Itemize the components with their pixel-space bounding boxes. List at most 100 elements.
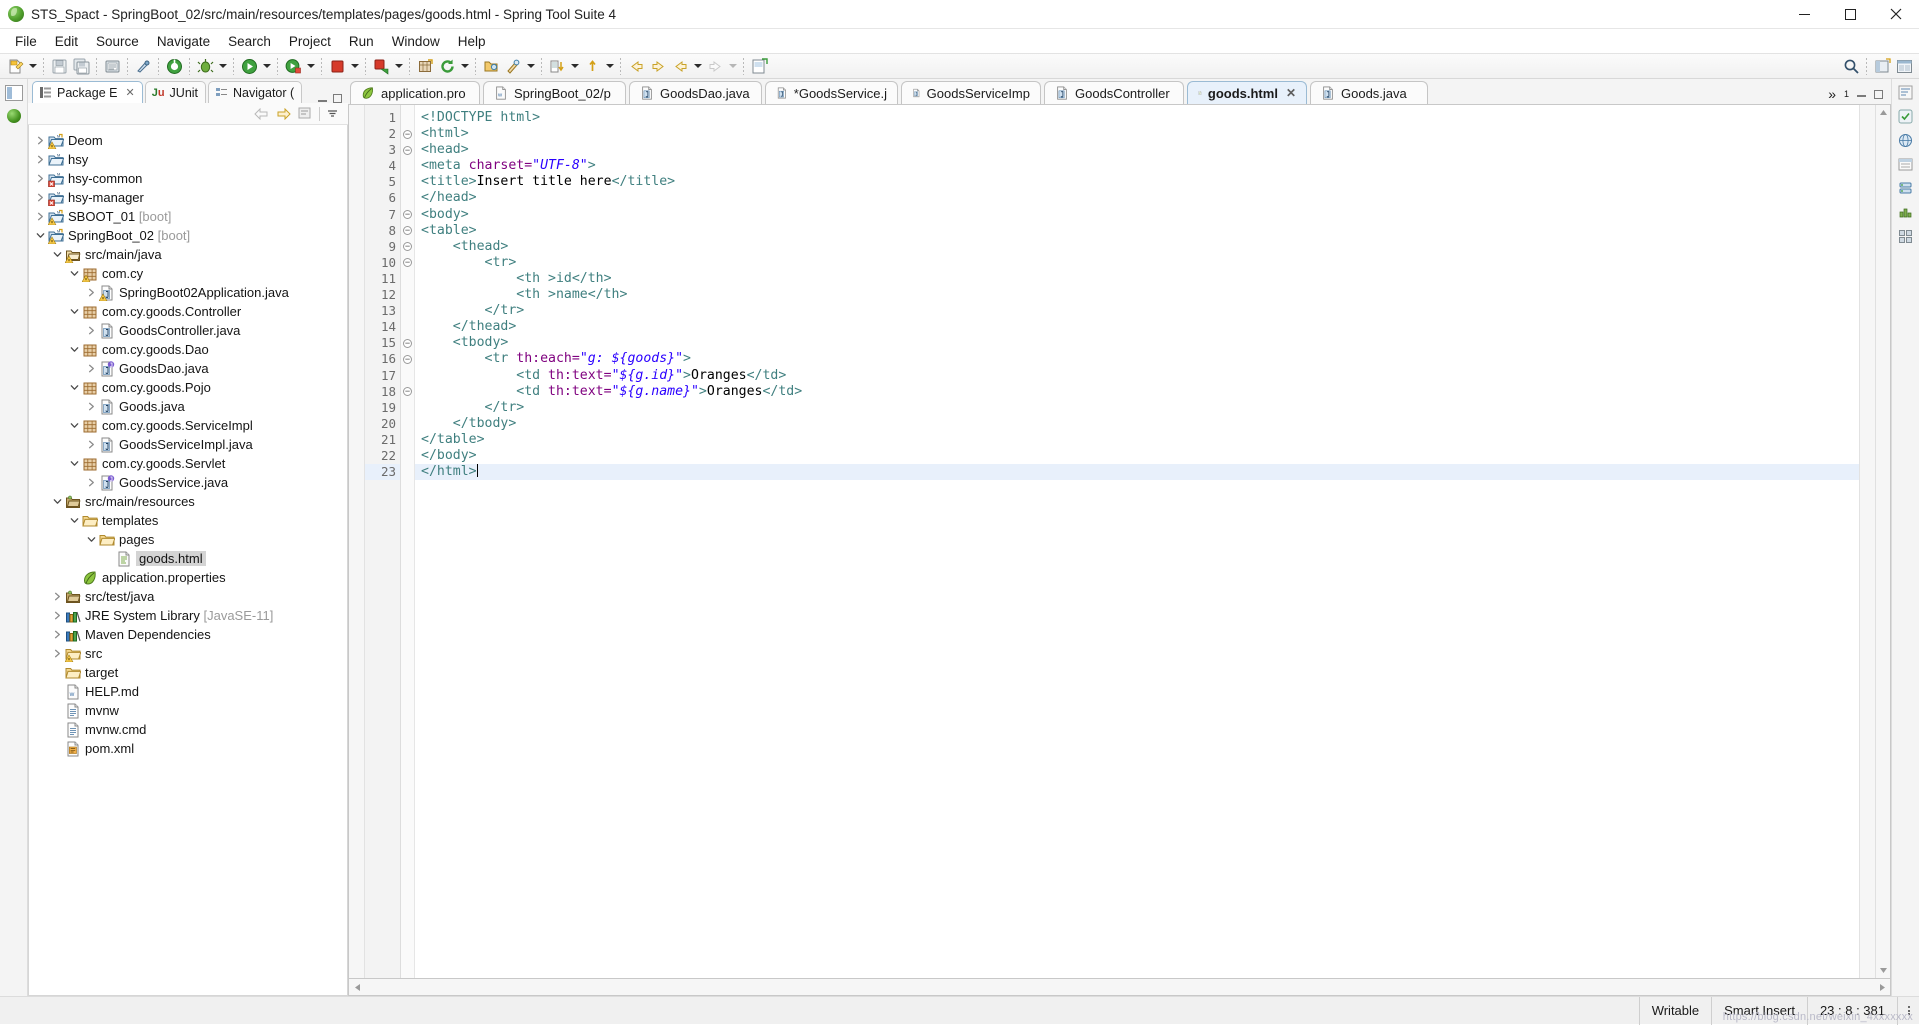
expand-arrow-icon[interactable] xyxy=(50,492,64,511)
collapse-arrow-icon[interactable] xyxy=(84,283,98,302)
fold-collapse-icon[interactable]: − xyxy=(401,384,414,400)
expand-arrow-icon[interactable] xyxy=(67,416,81,435)
fold-collapse-icon[interactable]: − xyxy=(401,351,414,367)
new-package-icon[interactable] xyxy=(414,55,436,77)
tab-package-explorer[interactable]: Package E ✕ xyxy=(32,81,143,103)
restore-view-icon[interactable] xyxy=(4,85,23,101)
maximize-button[interactable] xyxy=(1827,0,1873,29)
server-view-icon[interactable] xyxy=(1897,179,1915,197)
tree-item[interactable]: Mhsy-common xyxy=(29,169,347,188)
refresh-dropdown-icon[interactable] xyxy=(458,55,471,77)
expand-arrow-icon[interactable] xyxy=(84,530,98,549)
save-all-icon[interactable] xyxy=(70,55,92,77)
editor-tab[interactable]: w SpringBoot_02/p xyxy=(483,81,626,104)
tree-item[interactable]: com.cy.goods.Controller xyxy=(29,302,347,321)
forward-arrow-icon[interactable] xyxy=(276,107,291,120)
tree-item[interactable]: src xyxy=(29,644,347,663)
tree-item[interactable]: src/main/resources xyxy=(29,492,347,511)
next-annotation-dropdown-icon[interactable] xyxy=(568,55,581,77)
code-line[interactable]: <tr> xyxy=(415,255,1859,271)
boot-dashboard-view-icon[interactable] xyxy=(1897,203,1915,221)
code-line[interactable]: <!DOCTYPE html> xyxy=(415,110,1859,126)
run-dropdown-icon[interactable] xyxy=(260,55,273,77)
run-coverage-dropdown-icon[interactable] xyxy=(304,55,317,77)
tree-item[interactable]: Mhsy xyxy=(29,150,347,169)
code-line[interactable]: <td th:text="${g.name}">Oranges</td> xyxy=(415,384,1859,400)
menu-run[interactable]: Run xyxy=(340,32,383,51)
next-annotation-icon[interactable] xyxy=(546,55,568,77)
tree-item[interactable]: GoodsDao.java xyxy=(29,359,347,378)
terminate-relaunch-icon[interactable] xyxy=(370,55,392,77)
previous-annotation-dropdown-icon[interactable] xyxy=(603,55,616,77)
maximize-editor-icon[interactable] xyxy=(1874,89,1883,99)
tree-item[interactable]: mvnw.cmd xyxy=(29,720,347,739)
stop-icon[interactable] xyxy=(326,55,348,77)
tree-item[interactable]: mvnw xyxy=(29,701,347,720)
tree-item[interactable]: Maven Dependencies xyxy=(29,625,347,644)
code-line[interactable]: <head> xyxy=(415,142,1859,158)
last-edit-dropdown-icon[interactable] xyxy=(691,55,704,77)
code-line[interactable]: <meta charset="UTF-8"> xyxy=(415,158,1859,174)
refresh-icon[interactable] xyxy=(436,55,458,77)
print-icon[interactable] xyxy=(101,55,123,77)
boot-dashboard-shortcut-icon[interactable] xyxy=(6,109,21,123)
tree-item[interactable]: Goods.java xyxy=(29,397,347,416)
tree-item[interactable]: com.cy xyxy=(29,264,347,283)
minimize-view-icon[interactable] xyxy=(318,96,327,102)
tree-item[interactable]: src/main/java xyxy=(29,245,347,264)
fold-collapse-icon[interactable]: − xyxy=(401,126,414,142)
run-icon[interactable] xyxy=(238,55,260,77)
code-line[interactable]: </html> xyxy=(415,464,1859,481)
tree-item[interactable]: M SpringBoot_02 [boot] xyxy=(29,226,347,245)
quick-access-icon[interactable] xyxy=(132,55,154,77)
menu-help[interactable]: Help xyxy=(449,32,495,51)
collapse-arrow-icon[interactable] xyxy=(84,359,98,378)
back-arrow-icon[interactable] xyxy=(254,107,269,120)
vertical-scrollbar[interactable] xyxy=(1875,105,1890,978)
perspective-open-icon[interactable] xyxy=(1871,55,1893,77)
forward-nav-dropdown-icon[interactable] xyxy=(726,55,739,77)
code-line[interactable]: <tbody> xyxy=(415,335,1859,351)
tree-item[interactable]: GoodsController.java xyxy=(29,321,347,340)
tab-navigator[interactable]: Navigator ( xyxy=(208,81,303,103)
code-line[interactable]: <thead> xyxy=(415,239,1859,255)
editor-tab[interactable]: goods.html ✕ xyxy=(1187,81,1307,104)
tree-item[interactable]: GoodsService.java xyxy=(29,473,347,492)
menu-search[interactable]: Search xyxy=(219,32,280,51)
globe-icon[interactable] xyxy=(1897,131,1915,149)
editor-tab-overflow[interactable]: » 1 xyxy=(1828,86,1891,104)
collapse-arrow-icon[interactable] xyxy=(33,131,47,150)
code-line[interactable]: </thead> xyxy=(415,319,1859,335)
code-line[interactable]: </tr> xyxy=(415,400,1859,416)
code-line[interactable]: <th >id</th> xyxy=(415,271,1859,287)
collapse-arrow-icon[interactable] xyxy=(50,606,64,625)
tree-item[interactable]: com.cy.goods.Pojo xyxy=(29,378,347,397)
overview-ruler[interactable] xyxy=(1859,105,1875,978)
code-line[interactable]: </body> xyxy=(415,448,1859,464)
editor-tab[interactable]: application.pro xyxy=(350,81,480,104)
new-wizard-dropdown-icon[interactable] xyxy=(26,55,39,77)
forward-nav-icon[interactable] xyxy=(704,55,726,77)
expand-arrow-icon[interactable] xyxy=(67,340,81,359)
collapse-arrow-icon[interactable] xyxy=(33,150,47,169)
maximize-view-icon[interactable] xyxy=(333,94,342,103)
menu-navigate[interactable]: Navigate xyxy=(148,32,219,51)
scroll-right-icon[interactable] xyxy=(1874,980,1890,995)
collapse-arrow-icon[interactable] xyxy=(84,321,98,340)
menu-edit[interactable]: Edit xyxy=(46,32,87,51)
code-line[interactable]: </tbody> xyxy=(415,416,1859,432)
collapse-arrow-icon[interactable] xyxy=(84,435,98,454)
code-line[interactable]: </head> xyxy=(415,190,1859,206)
project-tree[interactable]: M Deom Mhsy Mhsy-common Mhsy-manager M SBOOT_0… xyxy=(28,125,348,996)
code-line[interactable]: </table> xyxy=(415,432,1859,448)
perspective-java-icon[interactable] xyxy=(1893,55,1915,77)
collapse-arrow-icon[interactable] xyxy=(84,473,98,492)
properties-view-icon[interactable] xyxy=(1897,155,1915,173)
editor-tab[interactable]: *GoodsService.j xyxy=(765,81,898,104)
expand-arrow-icon[interactable] xyxy=(67,454,81,473)
tree-item[interactable]: pom.xml xyxy=(29,739,347,758)
menu-project[interactable]: Project xyxy=(280,32,340,51)
search-icon[interactable] xyxy=(1840,55,1862,77)
collapse-arrow-icon[interactable] xyxy=(50,644,64,663)
collapse-arrow-icon[interactable] xyxy=(33,188,47,207)
